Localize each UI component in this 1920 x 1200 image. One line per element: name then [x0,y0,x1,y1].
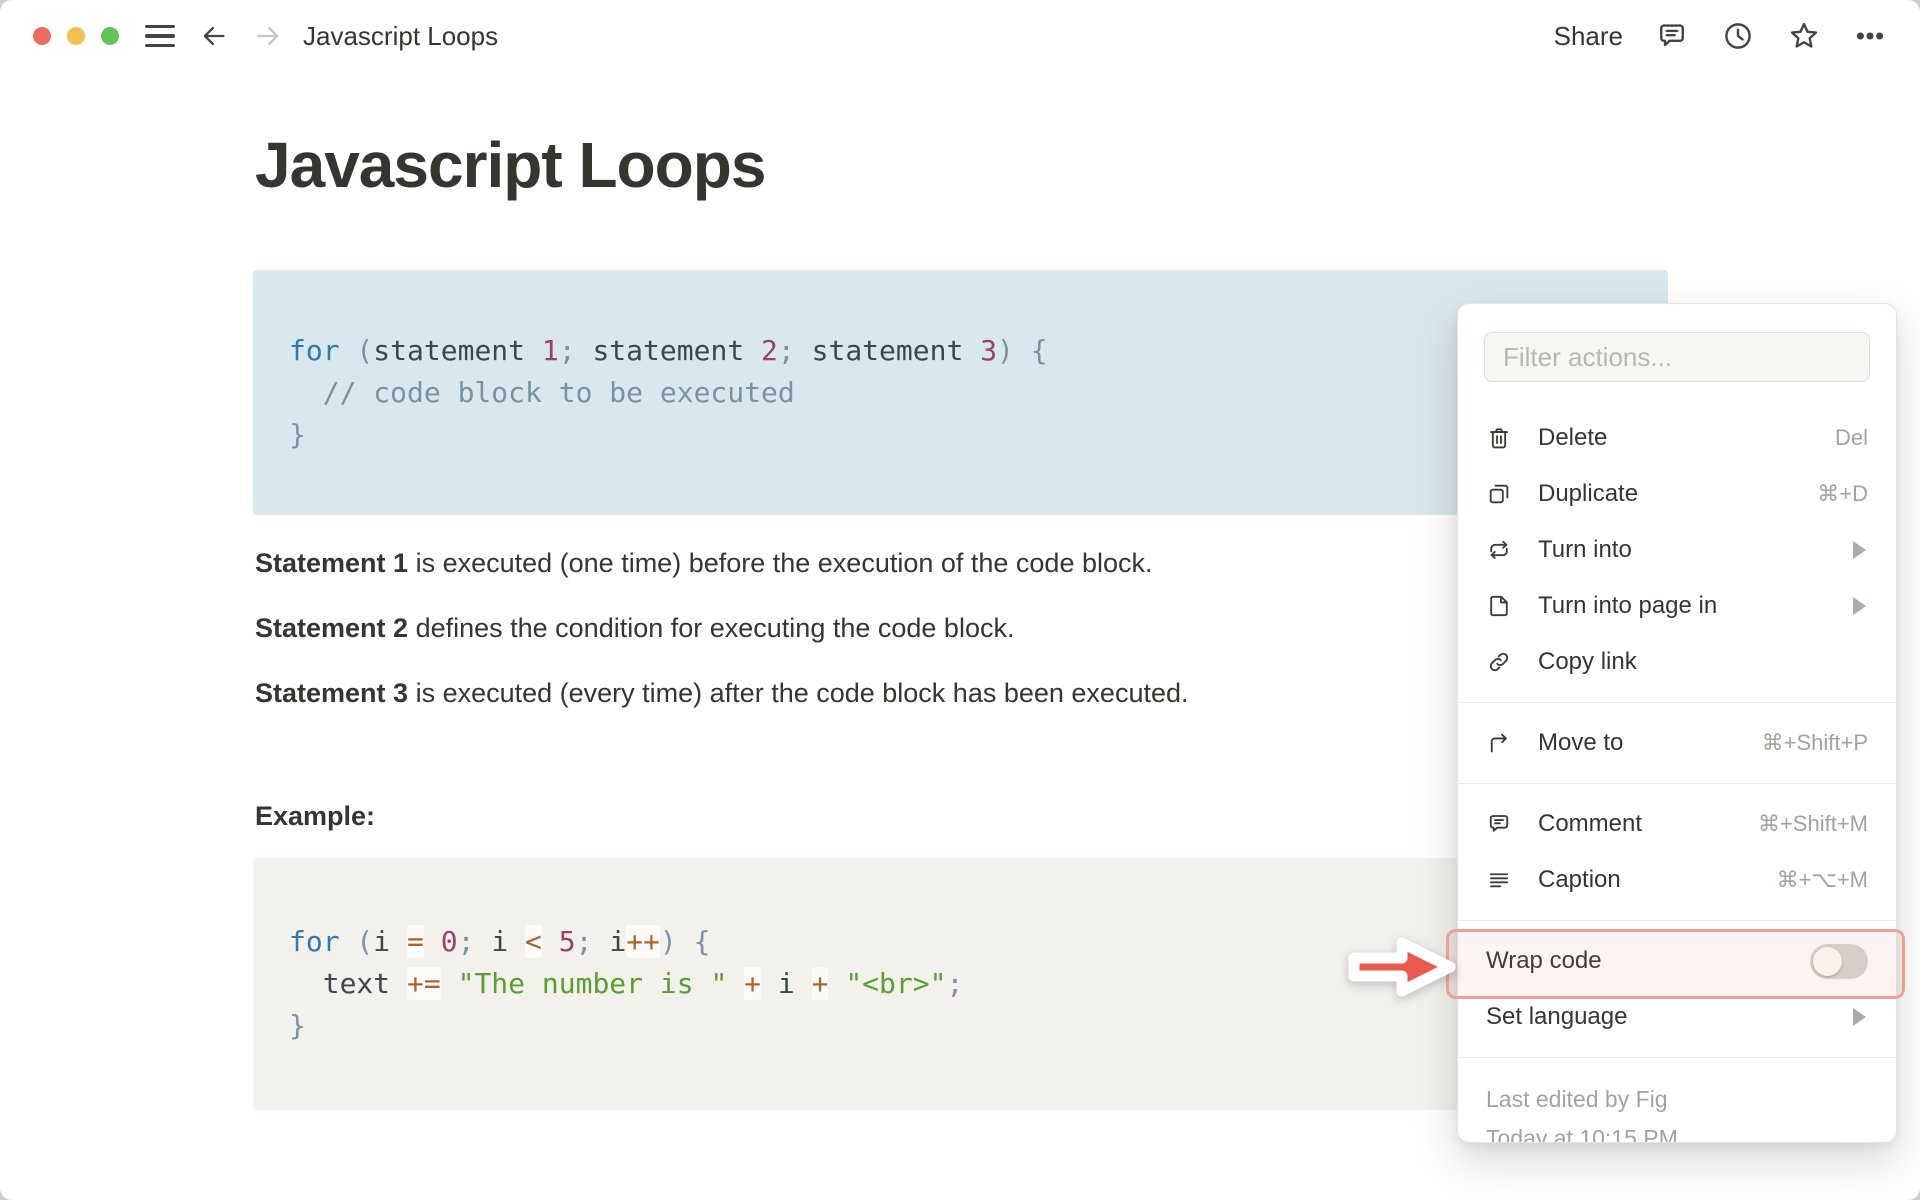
window-title: Javascript Loops [303,20,499,51]
code-block-example[interactable]: for (i = 0; i < 5; i++) { text += "The n… [253,858,1668,1110]
chevron-right-icon [1853,597,1866,615]
statement-1-bold: Statement 1 [255,548,409,578]
menu-item-caption[interactable]: Caption ⌘+⌥+M [1458,852,1896,908]
menu-item-delete[interactable]: Delete Del [1458,410,1896,466]
app-window: Javascript Loops Share Javascript Loops … [0,0,1920,1200]
code-line: for (i = 0; i < 5; i++) { [289,925,711,958]
code-line: text += "The number is " + i + "<br>"; [289,967,964,1000]
favorite-icon[interactable] [1787,19,1821,53]
wrap-code-toggle[interactable] [1810,943,1868,979]
last-edited-by: Last edited by Fig [1486,1086,1668,1112]
paragraph-statement-1[interactable]: Statement 1 is executed (one time) befor… [255,545,1153,581]
more-icon[interactable] [1853,19,1887,53]
menu-item-label: Caption [1538,866,1621,893]
paragraph-statement-2[interactable]: Statement 2 defines the condition for ex… [255,610,1014,646]
menu-divider [1458,920,1896,921]
example-label[interactable]: Example: [255,801,375,832]
menu-item-label: Comment [1538,810,1643,837]
share-button[interactable]: Share [1554,21,1623,52]
menu-item-label: Wrap code [1486,947,1602,974]
menu-item-label: Turn into page in [1538,592,1718,619]
chevron-right-icon [1853,1008,1866,1026]
statement-3-bold: Statement 3 [255,678,409,708]
turn-into-icon [1486,537,1512,563]
top-bar: Javascript Loops Share [0,0,1920,72]
comments-icon[interactable] [1655,19,1689,53]
statement-2-text: defines the condition for executing the … [408,613,1015,643]
caption-icon [1486,867,1512,893]
sidebar-menu-icon[interactable] [145,24,175,48]
menu-divider [1458,1057,1896,1058]
menu-item-label: Delete [1538,424,1608,451]
menu-item-shortcut: ⌘+Shift+P [1761,730,1868,755]
menu-item-copy-link[interactable]: Copy link [1458,634,1896,690]
forward-arrow-icon[interactable] [253,21,283,51]
copy-link-icon [1486,649,1512,675]
chevron-right-icon [1853,541,1866,559]
statement-2-bold: Statement 2 [255,613,409,643]
trash-icon [1486,425,1512,451]
comment-icon [1486,811,1512,837]
window-controls [33,27,119,45]
back-arrow-icon[interactable] [199,21,229,51]
menu-item-label: Turn into [1538,536,1632,563]
menu-item-wrap-code[interactable]: Wrap code [1458,933,1896,989]
code-line: } [289,1009,306,1042]
duplicate-icon [1486,481,1512,507]
code-line: } [289,418,306,451]
topbar-actions: Share [1554,19,1887,53]
code-line: for (statement 1; statement 2; statement… [289,334,1048,367]
block-context-menu: Delete Del Duplicate ⌘+D Turn into Turn into … [1457,303,1897,1143]
menu-divider [1458,702,1896,703]
paragraph-statement-3[interactable]: Statement 3 is executed (every time) aft… [255,675,1189,711]
menu-item-label: Duplicate [1538,480,1639,507]
menu-item-turn-into-page-in[interactable]: Turn into page in [1458,578,1896,634]
menu-item-duplicate[interactable]: Duplicate ⌘+D [1458,466,1896,522]
code-line: // code block to be executed [289,376,795,409]
menu-item-move-to[interactable]: Move to ⌘+Shift+P [1458,715,1896,771]
menu-item-comment[interactable]: Comment ⌘+Shift+M [1458,796,1896,852]
menu-item-shortcut: ⌘+⌥+M [1776,867,1868,892]
menu-item-shortcut: Del [1834,425,1868,450]
menu-item-shortcut: ⌘+Shift+M [1757,811,1868,836]
menu-item-label: Copy link [1538,648,1637,675]
move-to-icon [1486,730,1512,756]
menu-item-shortcut: ⌘+D [1817,481,1868,506]
code-block-syntax[interactable]: for (statement 1; statement 2; statement… [253,270,1668,515]
menu-footer: Last edited by Fig Today at 10:15 PM [1458,1070,1896,1143]
menu-item-label: Move to [1538,729,1624,756]
close-window-button[interactable] [33,27,51,45]
history-icon[interactable] [1721,19,1755,53]
menu-item-label: Set language [1486,1003,1628,1030]
menu-divider [1458,783,1896,784]
zoom-window-button[interactable] [101,27,119,45]
menu-item-turn-into[interactable]: Turn into [1458,522,1896,578]
page-icon [1486,593,1512,619]
minimize-window-button[interactable] [67,27,85,45]
menu-item-set-language[interactable]: Set language [1458,989,1896,1045]
code-content: for (i = 0; i < 5; i++) { text += "The n… [253,858,1668,1108]
last-edited-time: Today at 10:15 PM [1486,1125,1678,1143]
statement-3-text: is executed (every time) after the code … [408,678,1189,708]
page-title[interactable]: Javascript Loops [255,128,766,202]
code-content: for (statement 1; statement 2; statement… [253,270,1668,513]
filter-actions-input[interactable] [1484,332,1870,382]
statement-1-text: is executed (one time) before the execut… [408,548,1153,578]
